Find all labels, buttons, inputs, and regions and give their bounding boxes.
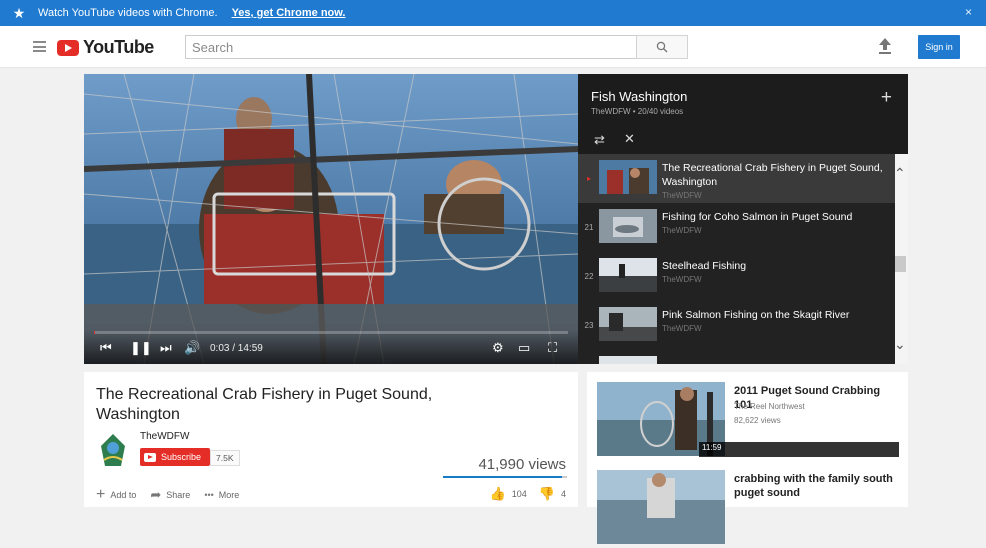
share-button[interactable]: ➦ Share [150, 487, 190, 503]
playlist-item-channel: TheWDFW [662, 275, 702, 284]
like-ratio-fill [443, 476, 563, 478]
chrome-promo-banner: ★ Watch YouTube videos with Chrome. Yes,… [0, 0, 986, 26]
playlist-panel: Fish Washington TheWDFW • 20/40 videos +… [578, 74, 908, 364]
thumbs-down-icon[interactable]: 👎 [539, 486, 555, 502]
more-icon: ••• [204, 490, 214, 500]
playlist-item-title: Steelhead Fishing [662, 260, 747, 272]
playlist-index: 22 [584, 272, 594, 281]
sign-in-button[interactable]: Sign in [918, 35, 960, 59]
chevron-up-icon[interactable]: ⌃ [894, 165, 906, 182]
more-button[interactable]: ••• More [204, 490, 239, 500]
related-video-item[interactable]: 11:59 2011 Puget Sound Crabbing 101 The … [597, 382, 902, 460]
playlist-item[interactable]: 22 Steelhead Fishing TheWDFW [578, 252, 895, 301]
share-icon: ➦ [150, 487, 162, 502]
fullscreen-icon[interactable]: ⛶ [548, 340, 557, 356]
playlist-index: 21 [584, 223, 594, 232]
related-thumbnail [597, 470, 725, 544]
related-videos: 11:59 2011 Puget Sound Crabbing 101 The … [587, 372, 908, 544]
star-icon: ★ [12, 4, 26, 21]
logo-wordmark: YouTube [83, 37, 154, 57]
volume-icon[interactable]: 🔊 [184, 340, 200, 356]
upload-icon[interactable] [877, 37, 893, 55]
related-title: crabbing with the family south puget sou… [734, 473, 893, 499]
previous-icon[interactable]: ⏮ [100, 340, 112, 356]
now-playing-indicator: ▸ [586, 174, 591, 183]
youtube-icon [144, 452, 156, 462]
video-duration: 11:59 [699, 442, 899, 457]
playlist-item-channel: TheWDFW [662, 226, 702, 235]
get-chrome-link[interactable]: Yes, get Chrome now. [232, 7, 346, 19]
pause-icon[interactable]: ❚❚ [130, 340, 152, 356]
search-icon [656, 41, 668, 53]
more-label: More [218, 490, 240, 500]
hamburger-menu-icon[interactable] [33, 41, 46, 55]
view-count: 41,990 views [478, 456, 566, 473]
next-icon[interactable]: ⏭ [160, 340, 172, 356]
rating-buttons: 👍 104 👎 4 [490, 486, 566, 502]
playlist-item-title: The Recreational Crab Fishery in Puget S… [662, 162, 883, 188]
playlist-thumbnail [599, 356, 657, 364]
playlist-item-title: Pink Salmon Fishing on the Skagit River [662, 309, 850, 321]
playlist-thumbnail [599, 160, 657, 194]
video-player[interactable]: ⏮ ❚❚ ⏭ 🔊 0:03 / 14:59 ⚙ ▭ ⛶ [84, 74, 578, 364]
video-actions: + Add to ➦ Share ••• More [96, 486, 239, 504]
progress-bar[interactable] [94, 331, 568, 334]
playlist-item-channel: TheWDFW [662, 324, 702, 333]
like-count: 104 [511, 489, 527, 499]
related-views: 82,622 views [734, 416, 781, 425]
related-video-item[interactable]: crabbing with the family south puget sou… [597, 470, 902, 548]
loop-icon[interactable]: ⇄ [594, 132, 605, 148]
playlist-scrollbar[interactable] [895, 256, 906, 272]
playlist-thumbnail [599, 307, 657, 341]
playlist-subtitle: TheWDFW • 20/40 videos [591, 107, 684, 116]
playlist-header: Fish Washington TheWDFW • 20/40 videos +… [578, 74, 908, 154]
close-icon[interactable]: × [965, 5, 972, 19]
share-label: Share [166, 490, 191, 500]
playlist-item[interactable] [578, 350, 895, 364]
player-controls [84, 330, 578, 364]
channel-name[interactable]: TheWDFW [140, 431, 189, 442]
video-title: The Recreational Crab Fishery in Puget S… [96, 386, 433, 423]
playlist-item[interactable]: ▸ The Recreational Crab Fishery in Puget… [578, 154, 895, 203]
youtube-play-icon [57, 39, 79, 56]
playlist-item-title: Fishing for Coho Salmon in Puget Sound [662, 211, 853, 223]
playlist-item[interactable]: 23 Pink Salmon Fishing on the Skagit Riv… [578, 301, 895, 350]
masthead: YouTube Search Sign in [0, 26, 986, 68]
progress-fill [94, 331, 96, 334]
youtube-logo[interactable]: YouTube [57, 37, 154, 58]
add-to-button[interactable]: + Add to [96, 486, 136, 504]
subscribe-label: Subscribe [161, 452, 202, 462]
related-channel: The Reel Northwest [734, 402, 805, 411]
playlist-title[interactable]: Fish Washington [591, 89, 687, 104]
shuffle-icon[interactable]: ✕ [624, 131, 635, 147]
channel-avatar[interactable] [98, 432, 128, 470]
time-display: 0:03 / 14:59 [210, 343, 263, 354]
add-playlist-icon[interactable]: + [881, 87, 892, 109]
subscribe-button[interactable]: Subscribe [140, 448, 210, 466]
video-frame [84, 74, 578, 364]
add-to-label: Add to [110, 490, 137, 500]
chevron-down-icon[interactable]: ⌄ [894, 336, 906, 353]
theater-mode-icon[interactable]: ▭ [518, 340, 530, 356]
search-button[interactable] [636, 35, 688, 59]
dislike-count: 4 [560, 489, 566, 499]
playlist-index: 23 [584, 321, 594, 330]
thumbs-up-icon[interactable]: 👍 [490, 486, 506, 502]
settings-gear-icon[interactable]: ⚙ [492, 340, 504, 356]
banner-message: Watch YouTube videos with Chrome. [38, 7, 218, 19]
like-ratio-bar [443, 476, 567, 478]
subscriber-count: 7.5K [210, 450, 240, 466]
video-info: The Recreational Crab Fishery in Puget S… [84, 372, 578, 507]
playlist-item-channel: TheWDFW [662, 191, 702, 200]
playlist-thumbnail [599, 209, 657, 243]
search-input[interactable]: Search [185, 35, 637, 59]
playlist-item[interactable]: 21 Fishing for Coho Salmon in Puget Soun… [578, 203, 895, 252]
playlist-thumbnail [599, 258, 657, 292]
plus-icon: + [96, 486, 106, 503]
